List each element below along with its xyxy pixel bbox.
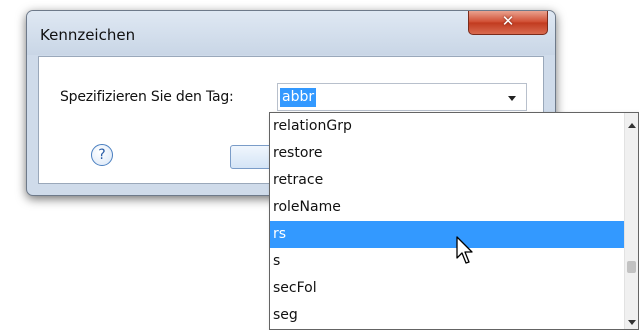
list-item[interactable]: retrace [270,167,626,194]
tag-combobox[interactable]: abbr [277,83,527,111]
scroll-up-icon[interactable] [628,123,636,128]
dialog-title: Kennzeichen [40,26,136,44]
tag-combobox-value[interactable]: abbr [280,88,317,107]
mouse-cursor-icon [456,236,473,264]
list-item[interactable]: relationGrp [270,113,626,140]
dropdown-items: relationGrp restore retrace roleName rs … [270,113,626,329]
scroll-down-icon[interactable] [628,320,636,325]
close-icon: ✕ [501,12,515,30]
list-item[interactable]: s [270,248,626,275]
list-item-selected[interactable]: rs [270,221,626,248]
title-bar[interactable]: Kennzeichen ✕ [27,11,555,55]
tag-label: Spezifizieren Sie den Tag: [60,89,234,105]
help-icon[interactable]: ? [91,144,113,166]
list-item[interactable]: restore [270,140,626,167]
dropdown-scrollbar[interactable] [624,113,638,329]
list-item[interactable]: roleName [270,194,626,221]
tag-dropdown-list[interactable]: relationGrp restore retrace roleName rs … [269,112,639,330]
list-item[interactable]: seg [270,302,626,329]
close-button[interactable]: ✕ [468,11,548,35]
chevron-down-icon[interactable] [508,96,516,101]
list-item[interactable]: secFol [270,275,626,302]
scroll-thumb[interactable] [627,261,636,273]
